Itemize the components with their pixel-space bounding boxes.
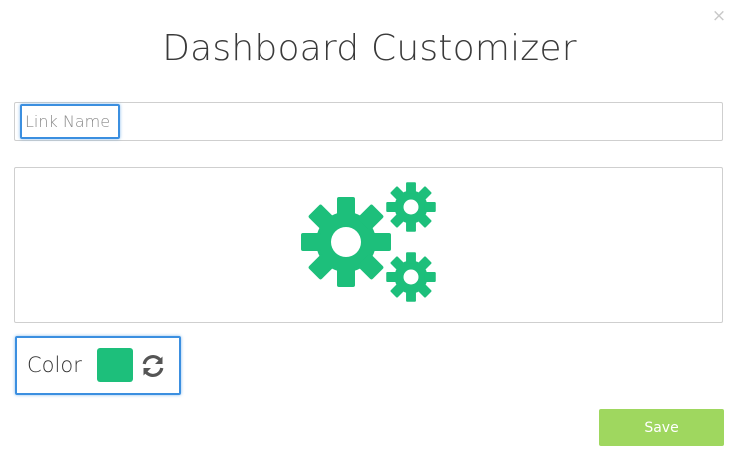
modal-title: Dashboard Customizer: [162, 28, 577, 69]
close-icon: ×: [711, 6, 727, 26]
color-swatch[interactable]: [97, 348, 133, 382]
dashboard-customizer-modal: × Dashboard Customizer Link Name Color S…: [0, 0, 739, 463]
icon-preview-box[interactable]: [14, 167, 723, 323]
color-label: Color: [27, 353, 82, 377]
gears-icon: [301, 182, 436, 302]
save-button[interactable]: Save: [599, 409, 724, 446]
link-name-input[interactable]: [14, 102, 723, 141]
close-button[interactable]: ×: [711, 6, 727, 26]
refresh-icon[interactable]: [141, 354, 165, 378]
